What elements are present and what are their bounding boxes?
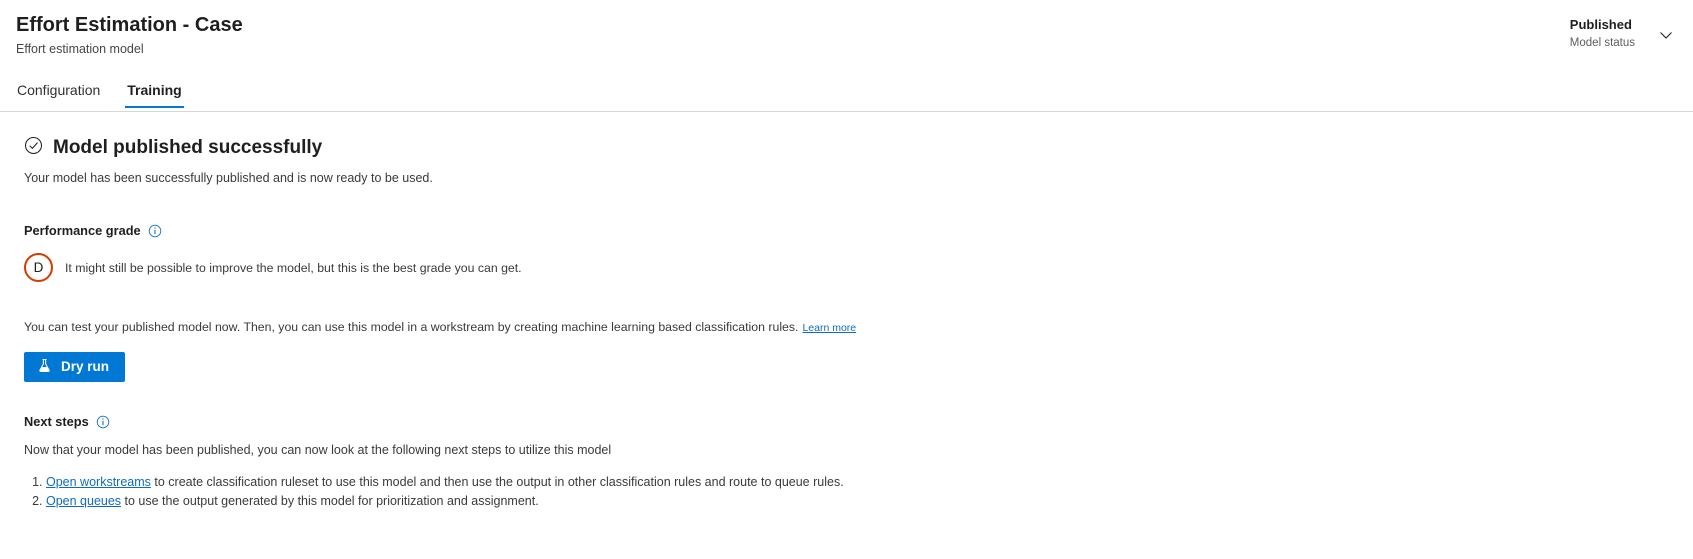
list-item-text: to use the output generated by this mode… — [121, 494, 539, 508]
success-title: Model published successfully — [53, 137, 323, 158]
success-description: Your model has been successfully publish… — [24, 171, 433, 185]
tab-bar: Configuration Training — [15, 75, 185, 111]
tab-configuration[interactable]: Configuration — [15, 75, 102, 111]
header-title-block: Effort Estimation - Case Effort estimati… — [16, 12, 243, 58]
dry-run-label: Dry run — [61, 359, 110, 375]
tab-training[interactable]: Training — [125, 75, 185, 111]
model-status-value: Published — [1569, 17, 1632, 32]
model-status-area[interactable]: Published Model status — [1570, 16, 1679, 51]
learn-more-link[interactable]: Learn more — [802, 322, 856, 334]
info-icon[interactable] — [96, 415, 110, 429]
model-status-text: Published Model status — [1570, 16, 1635, 51]
success-banner: Model published successfully — [24, 136, 1693, 160]
page-subtitle: Effort estimation model — [16, 42, 144, 56]
grade-description: It might still be possible to improve th… — [65, 260, 522, 275]
next-steps-description: Now that your model has been published, … — [24, 443, 612, 457]
test-model-paragraph: You can test your published model now. T… — [24, 318, 1693, 337]
grade-badge: D — [24, 253, 53, 282]
page-title: Effort Estimation - Case — [16, 14, 243, 36]
main-content: Model published successfully Your model … — [0, 112, 1693, 511]
dry-run-button[interactable]: Dry run — [24, 352, 126, 382]
app-window: Effort Estimation - Case Effort estimati… — [0, 0, 1693, 559]
list-item: Open queues to use the output generated … — [46, 492, 1693, 511]
open-workstreams-link[interactable]: Open workstreams — [46, 475, 151, 489]
open-queues-link[interactable]: Open queues — [46, 494, 121, 508]
check-circle-icon — [24, 136, 43, 160]
chevron-down-icon[interactable] — [1653, 22, 1679, 48]
page-header: Effort Estimation - Case Effort estimati… — [0, 0, 1693, 112]
info-icon[interactable] — [148, 224, 162, 238]
flask-icon — [37, 358, 52, 376]
performance-grade-header: Performance grade — [24, 222, 1693, 240]
performance-grade-row: D It might still be possible to improve … — [24, 253, 1693, 282]
performance-grade-label: Performance grade — [24, 223, 141, 238]
model-status-label: Model status — [1569, 37, 1635, 49]
next-steps-label: Next steps — [24, 414, 89, 429]
list-item: Open workstreams to create classificatio… — [46, 473, 1693, 492]
test-model-text: You can test your published model now. T… — [24, 320, 799, 334]
next-steps-list: Open workstreams to create classificatio… — [24, 473, 1693, 511]
next-steps-header: Next steps — [24, 413, 1693, 431]
list-item-text: to create classification ruleset to use … — [150, 475, 844, 489]
